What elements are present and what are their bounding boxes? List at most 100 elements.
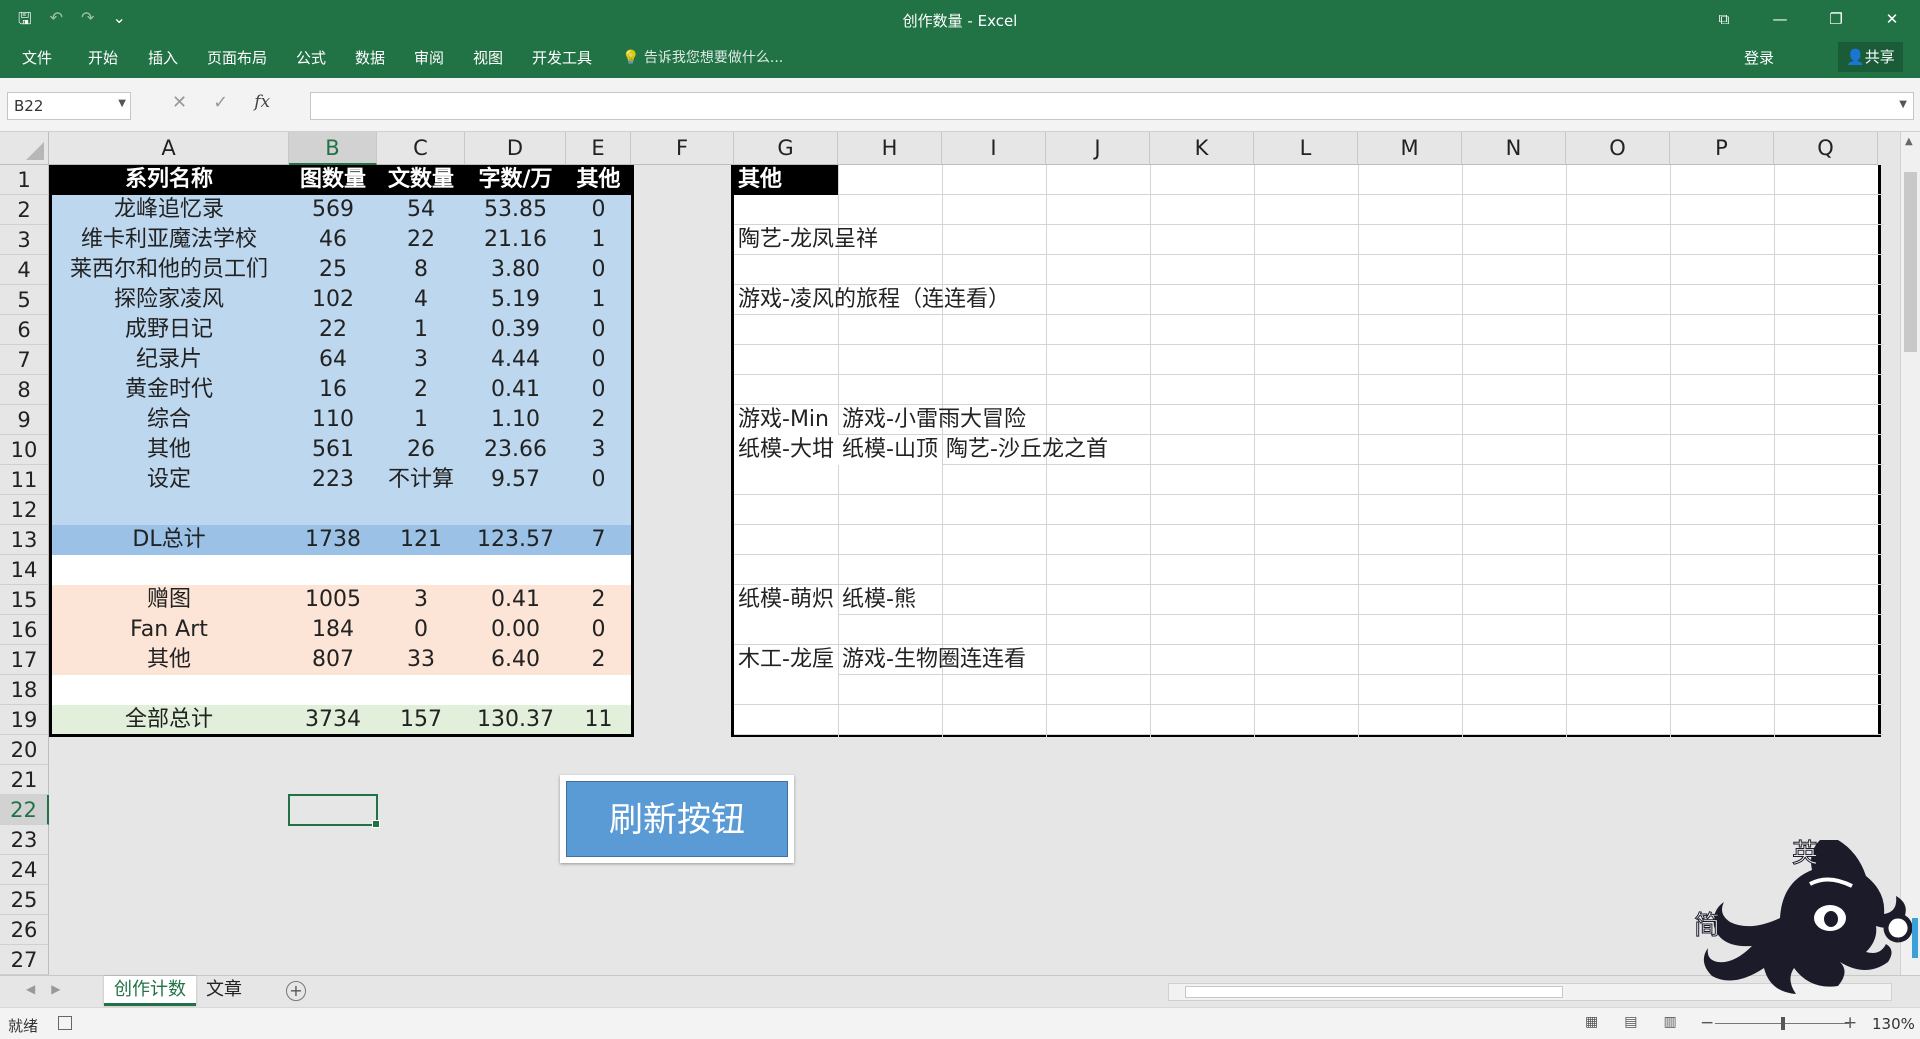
column-header-a[interactable]: A bbox=[49, 132, 289, 165]
tab-insert[interactable]: 插入 bbox=[148, 47, 178, 68]
window-controls: ⧉ — ❐ ✕ bbox=[1696, 0, 1920, 38]
tab-page-layout[interactable]: 页面布局 bbox=[207, 47, 267, 68]
active-cell-selection[interactable] bbox=[288, 794, 380, 828]
column-header-l[interactable]: L bbox=[1254, 132, 1358, 165]
row-header-8[interactable]: 8 bbox=[0, 375, 49, 405]
row-header-12[interactable]: 12 bbox=[0, 495, 49, 525]
sheet-tab-articles[interactable]: 文章 bbox=[196, 976, 252, 1006]
row-header-2[interactable]: 2 bbox=[0, 195, 49, 225]
sheet-tab-creation-count[interactable]: 创作计数 bbox=[104, 976, 196, 1006]
row-header-16[interactable]: 16 bbox=[0, 615, 49, 645]
column-header-m[interactable]: M bbox=[1358, 132, 1462, 165]
tab-data[interactable]: 数据 bbox=[355, 47, 385, 68]
enter-icon[interactable]: ✓ bbox=[213, 92, 228, 113]
column-header-g[interactable]: G bbox=[734, 132, 838, 165]
tell-me-search[interactable]: 💡 告诉我您想要做什么... bbox=[622, 47, 783, 67]
row-header-26[interactable]: 26 bbox=[0, 915, 49, 945]
ribbon-display-options-icon[interactable]: ⧉ bbox=[1696, 0, 1752, 38]
page-layout-view-icon[interactable]: ▤ bbox=[1624, 1014, 1637, 1030]
chevron-down-icon[interactable]: ▼ bbox=[118, 98, 126, 109]
other-item-cell[interactable]: 陶艺-沙丘龙之首 bbox=[942, 435, 1362, 465]
row-header-3[interactable]: 3 bbox=[0, 225, 49, 255]
column-header-p[interactable]: P bbox=[1670, 132, 1774, 165]
row-header-20[interactable]: 20 bbox=[0, 735, 49, 765]
scroll-up-icon[interactable]: ▲ bbox=[1905, 136, 1913, 147]
tab-view[interactable]: 视图 bbox=[473, 47, 503, 68]
other-item-cell[interactable]: 游戏-小雷雨大冒险 bbox=[838, 405, 1258, 435]
refresh-button[interactable]: 刷新按钮 bbox=[560, 775, 794, 863]
gridline bbox=[734, 494, 1884, 495]
row-header-21[interactable]: 21 bbox=[0, 765, 49, 795]
row-header-11[interactable]: 11 bbox=[0, 465, 49, 495]
insert-function-icon[interactable]: fx bbox=[254, 92, 270, 113]
vertical-scroll-thumb[interactable] bbox=[1904, 172, 1917, 352]
tab-home[interactable]: 开始 bbox=[88, 47, 118, 68]
formula-input[interactable]: ▼ bbox=[310, 92, 1914, 120]
column-header-q[interactable]: Q bbox=[1774, 132, 1878, 165]
name-box[interactable]: B22 ▼ bbox=[7, 92, 131, 120]
expand-formula-icon[interactable]: ▼ bbox=[1899, 99, 1907, 110]
row-header-9[interactable]: 9 bbox=[0, 405, 49, 435]
other-item-cell[interactable]: 游戏-生物圈连连看 bbox=[838, 645, 1258, 675]
other-item-cell[interactable]: 陶艺-龙凤呈祥 bbox=[734, 225, 1154, 255]
add-sheet-button[interactable]: + bbox=[286, 981, 306, 1001]
row-header-7[interactable]: 7 bbox=[0, 345, 49, 375]
column-header-f[interactable]: F bbox=[631, 132, 734, 165]
column-header-h[interactable]: H bbox=[838, 132, 942, 165]
row-header-24[interactable]: 24 bbox=[0, 855, 49, 885]
cancel-icon[interactable]: ✕ bbox=[172, 92, 187, 113]
row-header-17[interactable]: 17 bbox=[0, 645, 49, 675]
zoom-slider-knob[interactable] bbox=[1781, 1017, 1785, 1030]
row-header-4[interactable]: 4 bbox=[0, 255, 49, 285]
row-header-10[interactable]: 10 bbox=[0, 435, 49, 465]
column-header-e[interactable]: E bbox=[566, 132, 631, 165]
row-header-13[interactable]: 13 bbox=[0, 525, 49, 555]
column-header-n[interactable]: N bbox=[1462, 132, 1566, 165]
other-item-cell[interactable]: 纸模-熊 bbox=[838, 585, 1258, 615]
other-item-cell[interactable]: 纸模-萌炽 bbox=[734, 585, 838, 615]
horizontal-scroll-thumb[interactable] bbox=[1185, 986, 1563, 998]
row-header-19[interactable]: 19 bbox=[0, 705, 49, 735]
row-header-6[interactable]: 6 bbox=[0, 315, 49, 345]
sheet-nav-arrows[interactable]: ◀▶ bbox=[26, 982, 76, 996]
zoom-level[interactable]: 130% bbox=[1872, 1015, 1915, 1033]
column-header-k[interactable]: K bbox=[1150, 132, 1254, 165]
row-header-1[interactable]: 1 bbox=[0, 165, 49, 195]
row-header-27[interactable]: 27 bbox=[0, 945, 49, 975]
minimize-button[interactable]: — bbox=[1752, 0, 1808, 38]
zoom-in-button[interactable]: + bbox=[1843, 1013, 1857, 1033]
other-item-cell[interactable]: 游戏-Min bbox=[734, 405, 838, 435]
page-break-preview-icon[interactable]: ▥ bbox=[1663, 1014, 1676, 1030]
worksheet-grid[interactable]: A B C D E F G H I J K L M N O P Q 1 2 3 4 5 6 7 8 9 10 11 12 13 14 15 16… bbox=[0, 132, 1900, 978]
tab-file[interactable]: 文件 bbox=[22, 47, 52, 68]
zoom-out-button[interactable]: − bbox=[1700, 1013, 1714, 1033]
other-item-cell[interactable]: 游戏-凌风的旅程（连连看） bbox=[734, 285, 1154, 315]
close-button[interactable]: ✕ bbox=[1864, 0, 1920, 38]
row-header-15[interactable]: 15 bbox=[0, 585, 49, 615]
column-header-b[interactable]: B bbox=[289, 132, 377, 165]
other-items-header[interactable]: 其他 bbox=[734, 165, 838, 195]
other-item-cell[interactable]: 木工-龙垕 bbox=[734, 645, 838, 675]
row-header-22[interactable]: 22 bbox=[0, 795, 49, 825]
normal-view-icon[interactable]: ▦ bbox=[1585, 1014, 1598, 1030]
row-header-23[interactable]: 23 bbox=[0, 825, 49, 855]
row-header-25[interactable]: 25 bbox=[0, 885, 49, 915]
share-button[interactable]: 👤共享 bbox=[1838, 42, 1903, 72]
column-header-i[interactable]: I bbox=[942, 132, 1046, 165]
row-header-14[interactable]: 14 bbox=[0, 555, 49, 585]
tab-formulas[interactable]: 公式 bbox=[296, 47, 326, 68]
row-header-5[interactable]: 5 bbox=[0, 285, 49, 315]
other-item-cell[interactable]: 纸模-大坩 bbox=[734, 435, 838, 465]
macro-record-icon[interactable] bbox=[58, 1016, 72, 1030]
other-item-cell[interactable]: 纸模-山顶 bbox=[838, 435, 942, 465]
tab-developer[interactable]: 开发工具 bbox=[532, 47, 592, 68]
column-header-o[interactable]: O bbox=[1566, 132, 1670, 165]
select-all-corner[interactable] bbox=[0, 132, 49, 165]
column-header-d[interactable]: D bbox=[465, 132, 566, 165]
tab-review[interactable]: 审阅 bbox=[414, 47, 444, 68]
maximize-button[interactable]: ❐ bbox=[1808, 0, 1864, 38]
row-header-18[interactable]: 18 bbox=[0, 675, 49, 705]
column-header-c[interactable]: C bbox=[377, 132, 465, 165]
column-header-j[interactable]: J bbox=[1046, 132, 1150, 165]
sign-in-link[interactable]: 登录 bbox=[1744, 47, 1774, 68]
